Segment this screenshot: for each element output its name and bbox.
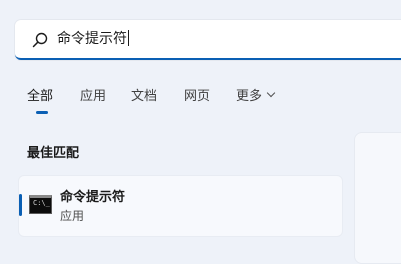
tab-web[interactable]: 网页 <box>184 86 210 108</box>
tab-apps[interactable]: 应用 <box>80 86 106 108</box>
result-name: 命令提示符 <box>60 190 126 205</box>
best-match-heading: 最佳匹配 <box>27 146 80 161</box>
search-box[interactable]: 命令提示符 <box>15 20 401 60</box>
chevron-down-icon <box>266 88 276 98</box>
tab-documents[interactable]: 文档 <box>131 86 157 108</box>
tab-all[interactable]: 全部 <box>27 86 53 108</box>
filter-tabs: 全部 应用 文档 网页 更多 <box>0 86 401 116</box>
command-prompt-icon: C:\_ <box>29 195 52 214</box>
text-caret <box>128 30 129 46</box>
best-match-result[interactable] <box>18 175 343 237</box>
selection-indicator <box>19 194 22 216</box>
command-prompt-glyph: C:\_ <box>33 199 50 207</box>
search-query: 命令提示符 <box>57 31 127 47</box>
search-icon <box>32 32 48 48</box>
tab-more-label: 更多 <box>236 89 263 104</box>
active-tab-indicator <box>36 111 48 114</box>
result-type: 应用 <box>60 209 85 223</box>
tab-more[interactable]: 更多 <box>236 86 276 108</box>
search-input[interactable]: 命令提示符 <box>57 28 129 50</box>
preview-panel <box>354 132 401 264</box>
